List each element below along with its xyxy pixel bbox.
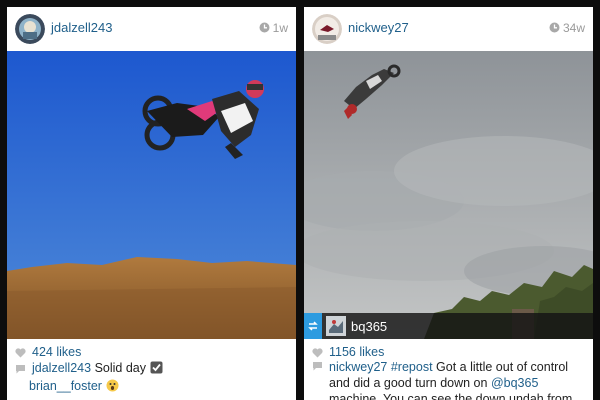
time-label: 34w bbox=[562, 21, 585, 35]
caption-text: Solid day bbox=[94, 361, 146, 375]
post-card: nickwey27 34w bq365 1156 likes nickwey27… bbox=[304, 7, 593, 400]
post-header: jdalzell243 1w bbox=[7, 7, 296, 51]
post-header: nickwey27 34w bbox=[304, 7, 593, 51]
caption-username[interactable]: jdalzell243 bbox=[32, 361, 91, 375]
time-label: 1w bbox=[272, 21, 288, 35]
repost-banner[interactable]: bq365 bbox=[304, 313, 593, 339]
likes-row[interactable]: 424 likes bbox=[15, 345, 81, 359]
checkbox-emoji bbox=[150, 361, 163, 374]
post-footer: 424 likes jdalzell243 Solid day brian__f… bbox=[7, 339, 296, 400]
likes-count[interactable]: 424 likes bbox=[32, 345, 81, 359]
caption-row: nickwey27 #repost Got a little out of co… bbox=[312, 359, 585, 400]
comment-row: brian__foster bbox=[29, 379, 119, 393]
post-photo[interactable]: bq365 bbox=[304, 51, 593, 339]
clock-icon bbox=[549, 22, 560, 33]
avatar[interactable] bbox=[15, 14, 45, 44]
post-card: jdalzell243 1w 424 likes jdalzell243 Sol… bbox=[7, 7, 296, 400]
post-photo[interactable] bbox=[7, 51, 296, 339]
post-time: 1w bbox=[259, 21, 288, 35]
caption-username[interactable]: nickwey27 bbox=[329, 360, 387, 374]
comment-icon[interactable] bbox=[15, 364, 26, 374]
scared-emoji bbox=[106, 379, 119, 392]
post-footer: 1156 likes nickwey27 #repost Got a littl… bbox=[304, 339, 593, 400]
heart-icon[interactable] bbox=[312, 348, 323, 358]
caption-row: jdalzell243 Solid day bbox=[15, 361, 163, 375]
repost-username[interactable]: bq365 bbox=[351, 319, 387, 334]
heart-icon[interactable] bbox=[15, 348, 26, 358]
clock-icon bbox=[259, 22, 270, 33]
comment-username[interactable]: brian__foster bbox=[29, 379, 102, 393]
username-link[interactable]: nickwey27 bbox=[348, 20, 409, 35]
caption-hashtag[interactable]: #repost bbox=[391, 360, 433, 374]
username-link[interactable]: jdalzell243 bbox=[51, 20, 112, 35]
caption-mention[interactable]: @bq365 bbox=[491, 376, 538, 390]
feed-screen: jdalzell243 1w 424 likes jdalzell243 Sol… bbox=[0, 0, 600, 400]
caption-text-part-2: machine. You can see the down undah from bbox=[329, 392, 573, 400]
repost-icon bbox=[304, 313, 322, 339]
post-time: 34w bbox=[549, 21, 585, 35]
avatar[interactable] bbox=[312, 14, 342, 44]
likes-row[interactable]: 1156 likes bbox=[312, 345, 384, 359]
repost-avatar[interactable] bbox=[326, 316, 346, 336]
comment-icon[interactable] bbox=[312, 361, 323, 371]
likes-count[interactable]: 1156 likes bbox=[329, 345, 384, 359]
caption-text: nickwey27 #repost Got a little out of co… bbox=[329, 359, 585, 400]
